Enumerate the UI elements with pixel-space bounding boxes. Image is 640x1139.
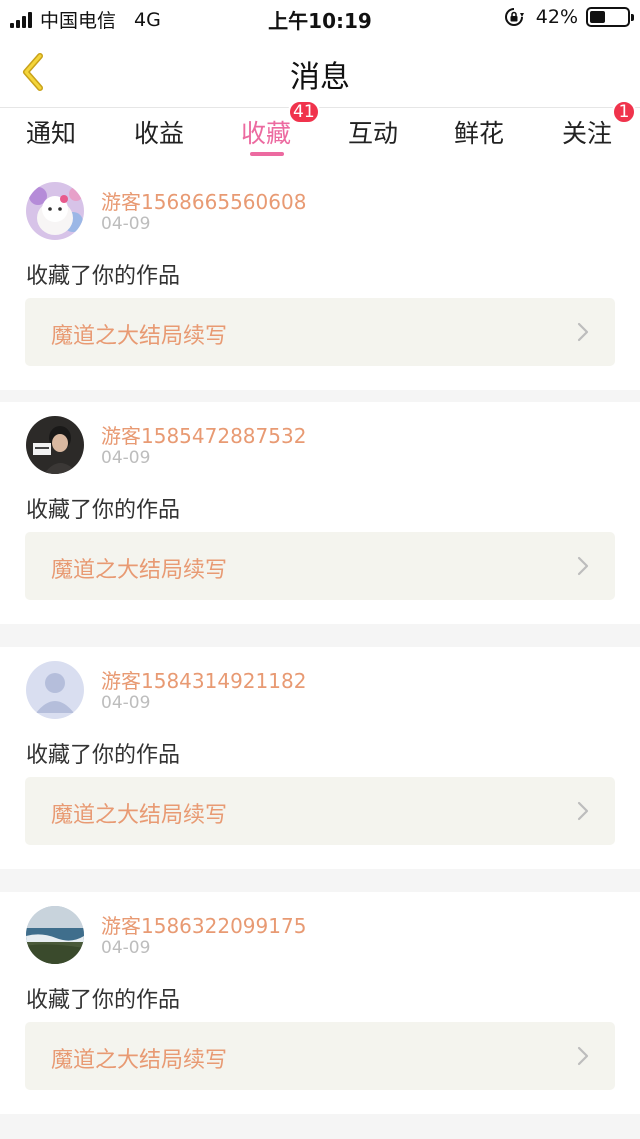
page-title: 消息: [290, 60, 350, 95]
message-text: 收藏了你的作品: [26, 264, 181, 289]
avatar[interactable]: [26, 182, 84, 240]
message-card: 游客1568665560608 04-09 收藏了你的作品 魔道之大结局续写: [0, 168, 640, 390]
message-date: 04-09: [101, 214, 151, 234]
chevron-right-icon: [577, 322, 589, 342]
rotation-lock-icon: [504, 8, 524, 26]
chevron-right-icon: [577, 801, 589, 821]
avatar[interactable]: [26, 416, 84, 474]
tab-earnings[interactable]: 收益: [134, 114, 184, 150]
user-name[interactable]: 游客1584314921182: [101, 665, 306, 694]
work-link[interactable]: 魔道之大结局续写: [25, 1022, 615, 1090]
message-date: 04-09: [101, 938, 151, 958]
message-card: 游客1584314921182 04-09 收藏了你的作品 魔道之大结局续写: [0, 647, 640, 869]
user-name[interactable]: 游客1586322099175: [101, 910, 306, 939]
chevron-right-icon: [577, 556, 589, 576]
chevron-right-icon: [577, 1046, 589, 1066]
message-date: 04-09: [101, 448, 151, 468]
active-tab-indicator: [250, 152, 284, 156]
work-link[interactable]: 魔道之大结局续写: [25, 532, 615, 600]
battery-icon: [586, 7, 634, 27]
user-name[interactable]: 游客1585472887532: [101, 420, 306, 449]
battery-percent: 42%: [535, 6, 578, 28]
person-photo-avatar: [26, 416, 84, 474]
tab-favorites[interactable]: 收藏: [241, 114, 291, 150]
message-text: 收藏了你的作品: [26, 743, 181, 768]
tab-notifications[interactable]: 通知: [26, 114, 76, 150]
nav-bar: 消息: [0, 36, 640, 108]
favorites-badge: 41: [288, 100, 320, 124]
status-right: 42%: [504, 6, 634, 28]
seaside-landscape-avatar: [26, 906, 84, 964]
tab-flowers[interactable]: 鲜花: [454, 114, 504, 150]
work-title: 魔道之大结局续写: [51, 324, 228, 349]
tab-bar: 通知 收益 收藏 41 互动 鲜花 关注 1: [0, 100, 640, 168]
white-cat-plush-avatar: [26, 182, 84, 240]
message-card: 游客1585472887532 04-09 收藏了你的作品 魔道之大结局续写: [0, 402, 640, 624]
work-title: 魔道之大结局续写: [51, 1048, 228, 1073]
avatar[interactable]: [26, 906, 84, 964]
work-link[interactable]: 魔道之大结局续写: [25, 777, 615, 845]
status-bar: 中国电信 4G 上午10:19 42%: [0, 0, 640, 36]
default-user-avatar: [26, 661, 84, 719]
avatar[interactable]: [26, 661, 84, 719]
message-date: 04-09: [101, 693, 151, 713]
work-link[interactable]: 魔道之大结局续写: [25, 298, 615, 366]
message-card: 游客1586322099175 04-09 收藏了你的作品 魔道之大结局续写: [0, 892, 640, 1114]
user-name[interactable]: 游客1568665560608: [101, 186, 306, 215]
message-text: 收藏了你的作品: [26, 988, 181, 1013]
following-badge: 1: [612, 100, 636, 124]
tab-interactions[interactable]: 互动: [348, 114, 398, 150]
message-text: 收藏了你的作品: [26, 498, 181, 523]
battery-fill: [590, 11, 606, 23]
work-title: 魔道之大结局续写: [51, 558, 228, 583]
tab-following[interactable]: 关注: [562, 114, 612, 150]
work-title: 魔道之大结局续写: [51, 803, 228, 828]
